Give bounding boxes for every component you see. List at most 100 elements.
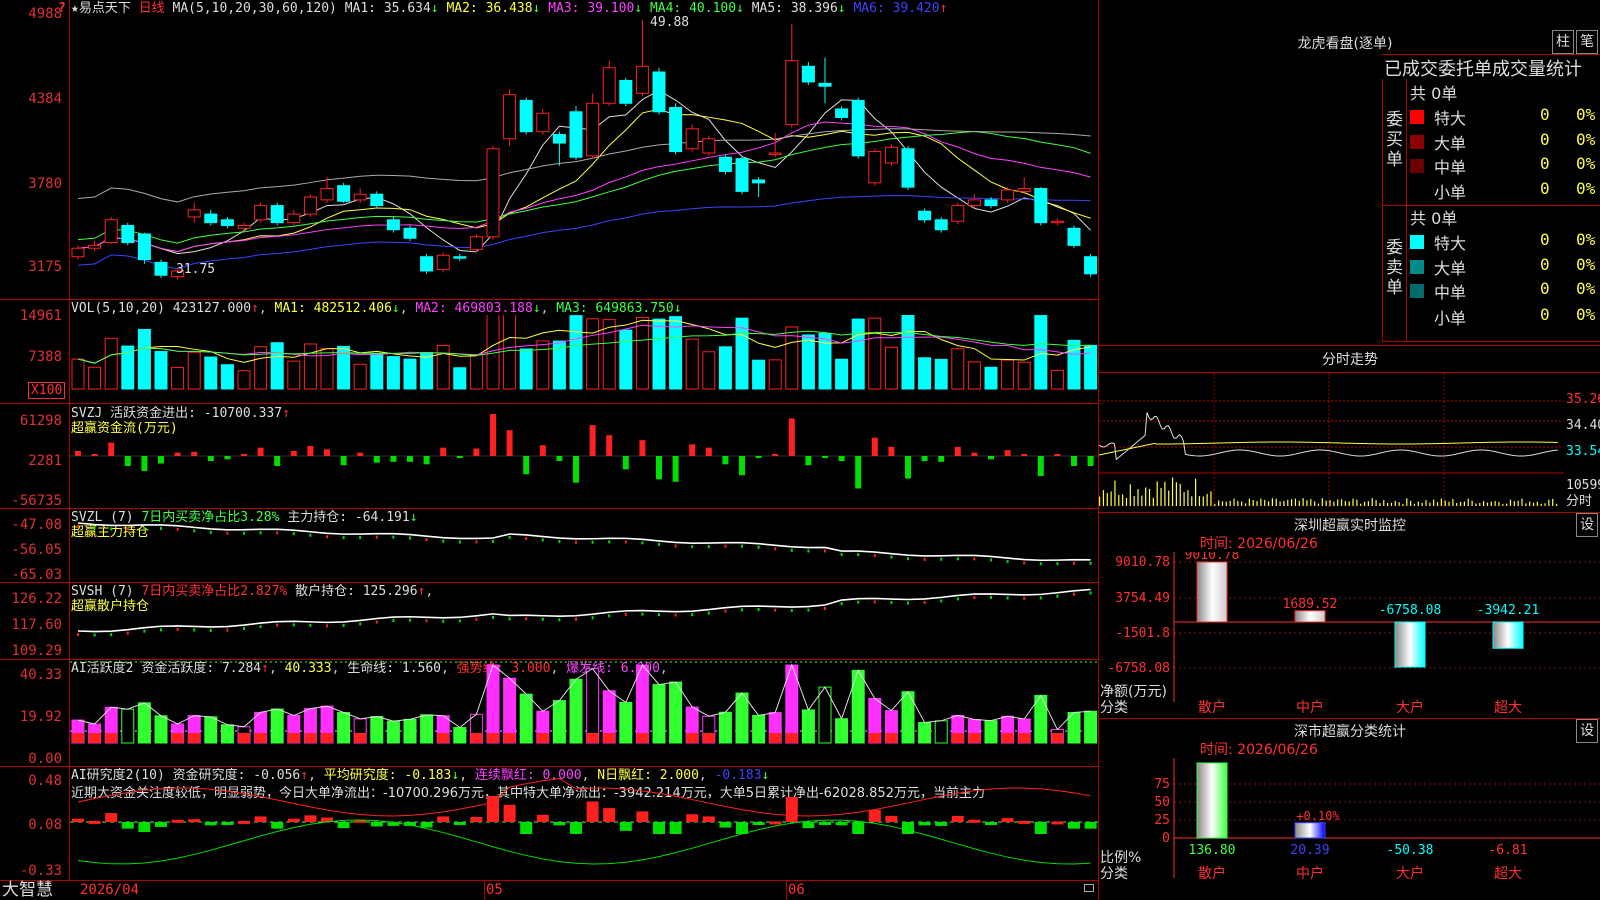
intraday-vol-bar: [1179, 483, 1181, 506]
candle-body: [204, 213, 218, 224]
retail-holding-line-tick: [541, 617, 544, 621]
intraday-vol-bar: [1129, 484, 1131, 506]
row-pct: 0%: [1576, 305, 1596, 324]
svzj-chart[interactable]: [70, 404, 1098, 508]
axis-label: -1501.8: [1115, 626, 1170, 641]
capital-flow-bar: [988, 456, 994, 460]
ma-line: [77, 195, 1091, 270]
candle-body: [652, 71, 666, 113]
volume-bar: [835, 358, 849, 390]
intraday-vol-bar: [1402, 503, 1404, 506]
capital-flow-bar: [307, 446, 314, 456]
main-holding-line-tick: [525, 536, 528, 540]
research-red-line: [77, 777, 1091, 817]
price-axis-label: 3175: [28, 259, 62, 275]
intraday-chart[interactable]: [1099, 373, 1564, 508]
date-tick: [786, 880, 787, 900]
main-holding-line-tick: [757, 545, 760, 549]
research-bar: [138, 822, 151, 832]
intraday-vol-bar: [1202, 496, 1204, 506]
main-holding-line-tick: [226, 531, 229, 535]
main-holding-line-tick: [873, 554, 876, 558]
intraday-vol-bar: [1275, 498, 1277, 506]
research-bar: [603, 808, 616, 822]
research-bar: [553, 822, 566, 826]
ma-line: [77, 121, 1091, 253]
candle-body: [370, 193, 384, 207]
volume-bar: [270, 342, 284, 390]
research-bar: [819, 822, 831, 825]
bar-mode-button[interactable]: 柱: [1552, 30, 1574, 54]
row-name: 小单: [1434, 309, 1467, 328]
row-name: 中单: [1434, 158, 1467, 177]
capital-flow-bar: [108, 442, 115, 456]
y-unit-label: 净额(万元): [1100, 684, 1167, 700]
intraday-vol-bar: [1114, 480, 1116, 506]
candle-body: [353, 193, 367, 201]
lock-icon[interactable]: [1084, 884, 1094, 892]
volume-bar: [220, 364, 234, 390]
activity-bar: [420, 714, 434, 744]
intraday-vol-bar: [1498, 502, 1500, 506]
capital-flow-bar: [938, 456, 945, 462]
capital-flow-bar: [905, 456, 911, 479]
price-volume-divider: [0, 299, 1098, 300]
main-holding-line-tick: [774, 547, 777, 551]
intraday-vol-bar: [1218, 500, 1220, 506]
sz-stats-chart[interactable]: 75 50 25 0 136.80 散户 20.39 中户 -50.38 大户 -6.81 超大 比例%…: [1098, 758, 1600, 900]
volume-chart[interactable]: [70, 315, 1098, 403]
intraday-vol-bar: [1191, 496, 1193, 506]
intraday-vol-bar: [1436, 502, 1439, 506]
medium-buy-swatch: [1410, 159, 1424, 173]
candle-body: [254, 205, 268, 221]
svsh-chart[interactable]: [70, 583, 1098, 659]
ai-research-axis-label: 0.08: [28, 817, 62, 833]
low-price-mark: 31.75: [176, 262, 216, 277]
brand-logo[interactable]: 大智慧: [2, 881, 53, 900]
retail-holding-line-tick: [558, 618, 561, 622]
capital-flow-bar: [656, 456, 662, 480]
svzl-chart[interactable]: [70, 509, 1098, 582]
activity-base-bar: [437, 733, 450, 743]
research-bar: [337, 822, 350, 829]
retail-holding-line-tick: [940, 599, 943, 603]
retail-holding-line-tick: [226, 628, 229, 632]
volume-bar: [801, 334, 815, 390]
research-bar: [1084, 822, 1097, 829]
row-qty: 0: [1540, 305, 1550, 324]
intraday-vol-bar: [1229, 500, 1231, 506]
capital-flow-bar: [888, 446, 895, 456]
x-unit-label: 分类: [1100, 866, 1128, 882]
activity-base-bar: [868, 733, 881, 743]
vol-axis-label: 14961: [19, 308, 62, 324]
ai-active-chart[interactable]: [70, 660, 1098, 766]
activity-bar: [984, 720, 998, 744]
pen-mode-button[interactable]: 笔: [1576, 30, 1598, 54]
intraday-vol-bar: [1506, 503, 1508, 506]
main-holding-line-tick: [1073, 561, 1075, 565]
vol-unit-box[interactable]: X100: [28, 382, 66, 399]
sz-monitor-chart[interactable]: 9010.78 3754.49 -1501.8 -6758.08 9010.78 散户 16…: [1098, 552, 1600, 718]
retail-holding-line-tick: [757, 608, 760, 612]
candle-body: [951, 205, 965, 222]
research-bar: [636, 811, 649, 822]
research-bar: [188, 819, 201, 823]
intraday-vol-bar: [1325, 500, 1327, 506]
candle-body: [104, 219, 118, 244]
intraday-vol-bar: [1187, 490, 1189, 506]
main-holding-line-tick: [824, 549, 826, 553]
candlestick-chart[interactable]: [70, 14, 1098, 299]
sz-monitor-settings-button[interactable]: 设: [1576, 513, 1598, 537]
sz-stats-settings-button[interactable]: 设: [1576, 719, 1598, 743]
capital-flow-bar: [1054, 454, 1061, 456]
bar-value-label: -3942.21: [1477, 603, 1540, 618]
main-holding-line-tick: [840, 553, 843, 557]
svsh-axis-label: 117.60: [11, 617, 62, 633]
candle-body: [453, 256, 467, 259]
row-qty: 0: [1540, 230, 1550, 249]
bar-value-label: -6.81: [1488, 843, 1527, 858]
row-pct: 0%: [1576, 130, 1596, 149]
row-pct: 0%: [1576, 255, 1596, 274]
ai-research-chart[interactable]: [70, 767, 1098, 880]
retail-holding-line-tick: [309, 623, 312, 627]
